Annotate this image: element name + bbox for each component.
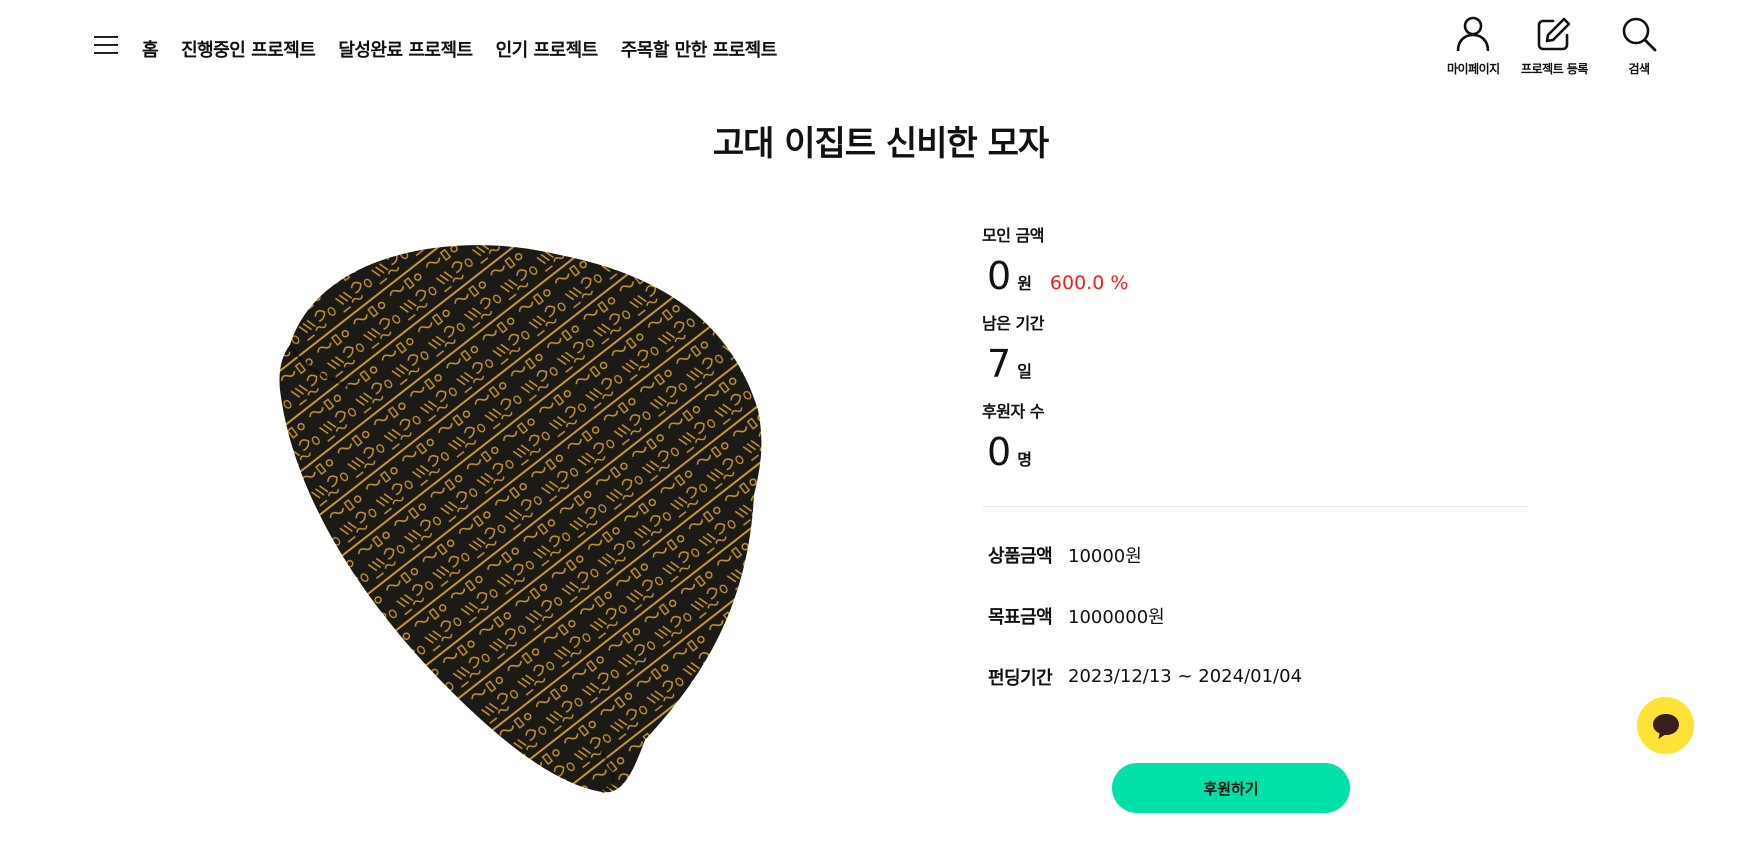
menu-icon[interactable] (94, 36, 118, 56)
detail-row-goal: 목표금액 1000000원 (988, 585, 1528, 646)
detail-value: 2023/12/13 ~ 2024/01/04 (1068, 666, 1303, 687)
backers-count-label: 후원자 수 (982, 402, 1044, 421)
remaining-period-unit: 일 (1017, 362, 1032, 381)
main-nav: 홈 진행중인 프로젝트 달성완료 프로젝트 인기 프로젝트 주목할 만한 프로젝… (142, 36, 777, 62)
remaining-period-value: 7 (987, 342, 1012, 386)
chat-button[interactable] (1637, 697, 1694, 754)
user-icon (1457, 16, 1490, 52)
nav-ongoing-projects[interactable]: 진행중인 프로젝트 (181, 36, 316, 62)
detail-key: 목표금액 (988, 606, 1053, 628)
nav-home[interactable]: 홈 (142, 36, 159, 62)
detail-row-price: 상품금액 10000원 (988, 524, 1528, 585)
search-label: 검색 (1628, 62, 1650, 76)
mypage-button[interactable]: 마이페이지 (1447, 14, 1500, 77)
search-button[interactable]: 검색 (1619, 14, 1659, 77)
nav-completed-projects[interactable]: 달성완료 프로젝트 (338, 36, 473, 62)
chat-icon (1652, 713, 1679, 739)
backers-count-row: 0 명 (987, 430, 1528, 486)
remaining-period-label: 남은 기간 (982, 314, 1044, 333)
detail-list: 상품금액 10000원 목표금액 1000000원 펀딩기간 2023/12/1… (982, 524, 1528, 707)
product-image (260, 210, 880, 810)
raised-amount-row: 0 원 600.0 % (987, 254, 1528, 310)
edit-icon (1538, 17, 1571, 51)
mypage-label: 마이페이지 (1447, 62, 1500, 76)
detail-key: 펀딩기간 (988, 667, 1053, 689)
fund-button[interactable]: 후원하기 (1112, 763, 1350, 813)
project-title: 고대 이집트 신비한 모자 (712, 124, 1049, 164)
nav-popular-projects[interactable]: 인기 프로젝트 (496, 36, 599, 62)
raised-amount-label: 모인 금액 (982, 226, 1044, 245)
hat-illustration (279, 245, 762, 794)
detail-key: 상품금액 (988, 545, 1053, 567)
raised-amount-value: 0 (987, 254, 1012, 298)
achievement-percent: 600.0 % (1049, 272, 1129, 294)
divider (982, 506, 1528, 507)
funding-info: 모인 금액 0 원 600.0 % 남은 기간 7 일 후원자 수 0 명 상품… (982, 222, 1528, 707)
project-register-label: 프로젝트 등록 (1521, 62, 1588, 76)
raised-amount-unit: 원 (1017, 274, 1032, 293)
site-header: 홈 진행중인 프로젝트 달성완료 프로젝트 인기 프로젝트 주목할 만한 프로젝… (0, 0, 1761, 95)
detail-value: 10000원 (1068, 545, 1142, 567)
detail-value: 1000000원 (1068, 606, 1165, 628)
nav-notable-projects[interactable]: 주목할 만한 프로젝트 (621, 36, 778, 62)
project-register-button[interactable]: 프로젝트 등록 (1521, 14, 1588, 77)
detail-row-period: 펀딩기간 2023/12/13 ~ 2024/01/04 (988, 646, 1528, 707)
backers-count-unit: 명 (1017, 450, 1032, 469)
remaining-period-row: 7 일 (987, 342, 1528, 398)
backers-count-value: 0 (987, 430, 1012, 474)
search-icon (1622, 17, 1657, 52)
